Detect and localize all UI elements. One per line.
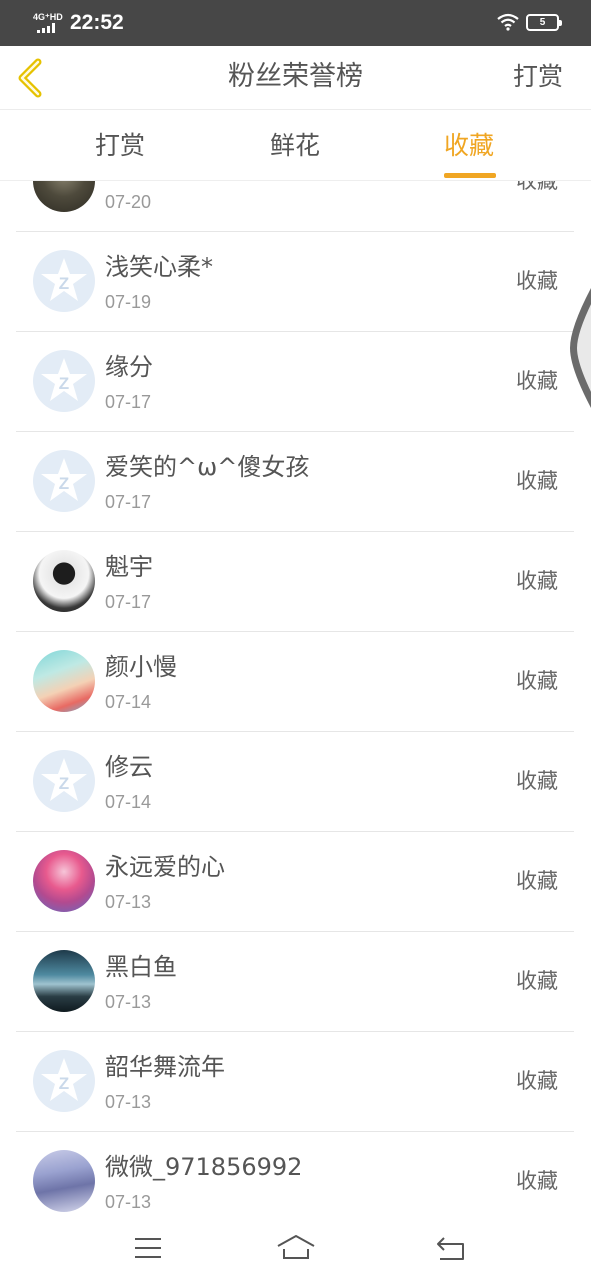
list-item[interactable]: Z 爱笑的^ω^傻女孩 07-17 收藏 bbox=[16, 432, 574, 532]
reward-button[interactable]: 打赏 bbox=[513, 60, 563, 94]
action-label: 收藏 bbox=[516, 1169, 558, 1193]
user-name: 黑白鱼 bbox=[105, 953, 177, 981]
action-label: 收藏 bbox=[516, 1069, 558, 1093]
action-label: 收藏 bbox=[516, 369, 558, 393]
date: 07-19 bbox=[105, 292, 152, 312]
date: 07-13 bbox=[105, 892, 152, 912]
action-label: 收藏 bbox=[516, 569, 558, 593]
floating-edge-handle[interactable] bbox=[568, 288, 591, 408]
date: 07-13 bbox=[105, 992, 152, 1012]
user-name: 修云 bbox=[105, 753, 153, 781]
svg-text:Z: Z bbox=[59, 1074, 69, 1093]
wifi-icon bbox=[497, 13, 519, 31]
list-item[interactable]: Z 浅笑心柔* 07-19 收藏 bbox=[16, 232, 574, 332]
date: 07-13 bbox=[105, 1092, 152, 1112]
default-qq-icon: Z bbox=[33, 250, 95, 312]
list-item[interactable]: 魁宇 07-17 收藏 bbox=[16, 532, 574, 632]
back-icon[interactable] bbox=[432, 1232, 472, 1264]
battery-icon: 5 bbox=[526, 14, 562, 31]
svg-text:Z: Z bbox=[59, 774, 69, 793]
action-label: 收藏 bbox=[516, 469, 558, 493]
avatar bbox=[33, 550, 95, 612]
menu-icon[interactable] bbox=[128, 1232, 168, 1264]
avatar bbox=[33, 950, 95, 1012]
battery-level: 5 bbox=[539, 17, 546, 28]
tab-favorites[interactable]: 收藏 bbox=[444, 129, 494, 163]
home-icon[interactable] bbox=[276, 1232, 316, 1264]
avatar bbox=[33, 850, 95, 912]
default-qq-icon: Z bbox=[33, 450, 95, 512]
date: 07-20 bbox=[105, 192, 152, 212]
list-item[interactable]: 永远爱的心 07-13 收藏 bbox=[16, 832, 574, 932]
date: 07-17 bbox=[105, 392, 152, 412]
default-qq-icon: Z bbox=[33, 750, 95, 812]
status-bar: 4G⁺HD 22:52 5 bbox=[0, 0, 591, 46]
tab-bar: 打赏 鲜花 收藏 bbox=[0, 111, 591, 181]
default-qq-icon: Z bbox=[33, 1050, 95, 1112]
list-item[interactable]: 黑白鱼 07-13 收藏 bbox=[16, 932, 574, 1032]
user-name: 缘分 bbox=[105, 353, 153, 381]
page-title: 粉丝荣誉榜 bbox=[228, 61, 363, 92]
list-item[interactable]: Z 韶华舞流年 07-13 收藏 bbox=[16, 1032, 574, 1132]
list-item[interactable]: 微微_971856992 07-13 收藏 bbox=[16, 1132, 574, 1216]
active-tab-indicator bbox=[444, 173, 496, 178]
network-type: 4G⁺HD bbox=[33, 12, 63, 22]
user-name: 爱笑的^ω^傻女孩 bbox=[105, 453, 310, 481]
user-name: 韶华舞流年 bbox=[105, 1053, 225, 1081]
tab-flowers[interactable]: 鲜花 bbox=[270, 129, 320, 163]
action-label: 收藏 bbox=[516, 869, 558, 893]
date: 07-17 bbox=[105, 592, 152, 612]
clock: 22:52 bbox=[70, 11, 124, 34]
cellular-signal-icon: 4G⁺HD bbox=[33, 12, 63, 34]
user-name: 魁宇 bbox=[105, 553, 153, 581]
date: 07-13 bbox=[105, 1192, 152, 1212]
svg-text:Z: Z bbox=[59, 274, 69, 293]
action-label: 收藏 bbox=[516, 669, 558, 693]
list-item[interactable]: Z 缘分 07-17 收藏 bbox=[16, 332, 574, 432]
svg-text:Z: Z bbox=[59, 374, 69, 393]
action-label: 收藏 bbox=[516, 769, 558, 793]
list-item[interactable]: 07-20 收藏 bbox=[16, 181, 574, 232]
date: 07-14 bbox=[105, 692, 152, 712]
fan-list[interactable]: 07-20 收藏 Z 浅笑心柔* 07-19 收藏 Z 缘分 07-17 收藏 … bbox=[0, 181, 591, 1216]
system-nav-bar bbox=[0, 1216, 591, 1280]
user-name: 微微_971856992 bbox=[105, 1153, 303, 1181]
default-qq-icon: Z bbox=[33, 350, 95, 412]
list-item[interactable]: Z 修云 07-14 收藏 bbox=[16, 732, 574, 832]
app-header: 粉丝荣誉榜 打赏 bbox=[0, 46, 591, 110]
list-item[interactable]: 颜小慢 07-14 收藏 bbox=[16, 632, 574, 732]
user-name: 颜小慢 bbox=[105, 653, 177, 681]
tab-reward[interactable]: 打赏 bbox=[95, 129, 145, 163]
date: 07-14 bbox=[105, 792, 152, 812]
svg-text:Z: Z bbox=[59, 474, 69, 493]
avatar bbox=[33, 650, 95, 712]
user-name: 永远爱的心 bbox=[105, 853, 225, 881]
action-label: 收藏 bbox=[516, 969, 558, 993]
action-label: 收藏 bbox=[516, 181, 558, 193]
action-label: 收藏 bbox=[516, 269, 558, 293]
date: 07-17 bbox=[105, 492, 152, 512]
user-name: 浅笑心柔* bbox=[105, 253, 213, 281]
avatar bbox=[33, 181, 95, 212]
avatar bbox=[33, 1150, 95, 1212]
